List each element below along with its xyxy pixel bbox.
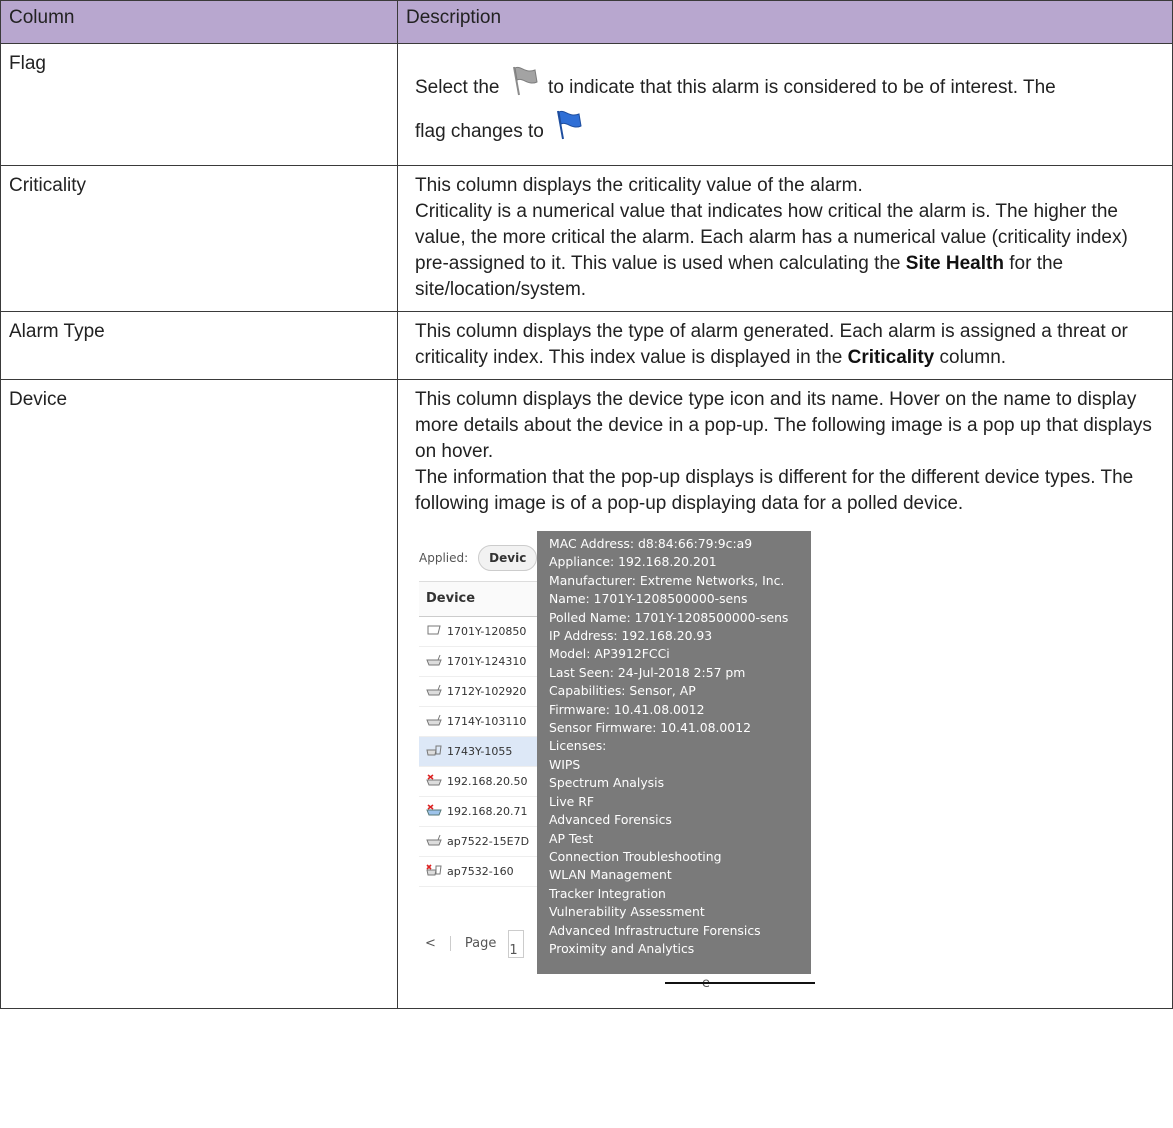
list-item: 192.168.20.71 xyxy=(419,797,546,827)
device-column-header: Device xyxy=(419,581,546,617)
tooltip-line: Live RF xyxy=(549,793,594,809)
tooltip-line: Advanced Forensics xyxy=(549,812,672,828)
device-popup-screenshot: Applied: Devic Device 1701Y-120850 1701Y-… xyxy=(415,531,815,991)
list-item: 1743Y-1055 xyxy=(419,737,546,767)
applied-filter: Applied: Devic xyxy=(419,543,539,573)
column-description: Select the to indicate that this alarm i… xyxy=(397,43,1173,166)
table-row-alarm-type: Alarm Type This column displays the type… xyxy=(0,311,1173,380)
device-para2: The information that the pop-up displays… xyxy=(415,467,1134,514)
table-row-device: Device This column displays the device t… xyxy=(0,379,1173,1009)
access-point-icon xyxy=(426,714,442,726)
tooltip-line: Proximity and Analytics xyxy=(549,940,695,956)
page-label: Page xyxy=(449,936,497,951)
column-description: This column displays the type of alarm g… xyxy=(397,311,1173,380)
flag-text-before: Select the xyxy=(415,77,505,98)
sensor-icon xyxy=(427,625,441,635)
column-name: Criticality xyxy=(0,165,398,312)
column-description: This column displays the device type ico… xyxy=(397,379,1173,1009)
access-point-icon xyxy=(426,834,442,846)
tooltip-line: Advanced Infrastructure Forensics xyxy=(549,922,761,938)
tooltip-line: Model: AP3912FCCi xyxy=(549,646,670,662)
tooltip-line: Capabilities: Sensor, AP xyxy=(549,683,696,699)
access-point-sensor-icon xyxy=(426,745,442,756)
filter-chip: Devic xyxy=(478,545,538,571)
tooltip-line: WIPS xyxy=(549,756,581,772)
offline-device-icon xyxy=(426,804,442,816)
list-item: 192.168.20.50 xyxy=(419,767,546,797)
list-item: 1712Y-102920 xyxy=(419,677,546,707)
tooltip-line: WLAN Management xyxy=(549,867,672,883)
tooltip-line: AP Test xyxy=(549,830,594,846)
column-description: This column displays the criticality val… xyxy=(397,165,1173,312)
tooltip-line: Firmware: 10.41.08.0012 xyxy=(549,701,705,717)
flag-changes-text: flag changes to xyxy=(415,121,550,142)
criticality-term: Criticality xyxy=(847,347,935,368)
blue-flag-icon xyxy=(557,110,582,140)
offline-device-icon xyxy=(426,864,442,876)
table-row-criticality: Criticality This column displays the cri… xyxy=(0,165,1173,312)
tooltip-line: IP Address: 192.168.20.93 xyxy=(549,628,713,644)
list-item: 1714Y-103110 xyxy=(419,707,546,737)
list-item: 1701Y-120850 xyxy=(419,617,546,647)
offline-device-icon xyxy=(426,774,442,786)
column-header: Column xyxy=(0,0,398,44)
tooltip-line: Tracker Integration xyxy=(549,885,666,901)
tooltip-line: MAC Address: d8:84:66:79:9c:a9 xyxy=(549,536,753,551)
tooltip-line: Polled Name: 1701Y-1208500000-sens xyxy=(549,609,789,625)
column-description-table: Column Description Flag Select the to in… xyxy=(0,0,1173,1009)
tooltip-line: Vulnerability Assessment xyxy=(549,904,705,920)
list-item: 1701Y-124310 xyxy=(419,647,546,677)
tooltip-line: Licenses: xyxy=(549,738,607,754)
device-details-tooltip: MAC Address: d8:84:66:79:9c:a9 Appliance:… xyxy=(537,531,811,974)
flag-text-after: to indicate that this alarm is considere… xyxy=(542,77,1056,98)
device-list: 1701Y-120850 1701Y-124310 1712Y-102920 1… xyxy=(419,617,546,887)
divider xyxy=(665,982,815,984)
tooltip-line: Last Seen: 24-Jul-2018 2:57 pm xyxy=(549,664,746,680)
tooltip-line: Name: 1701Y-1208500000-sens xyxy=(549,591,748,607)
access-point-icon xyxy=(426,684,442,696)
table-row-flag: Flag Select the to indicate that this al… xyxy=(0,43,1173,166)
column-name: Device xyxy=(0,379,398,1009)
table-header-row: Column Description xyxy=(0,0,1173,44)
site-health-term: Site Health xyxy=(905,253,1004,274)
tooltip-line: Manufacturer: Extreme Networks, Inc. xyxy=(549,572,785,588)
tooltip-line: Spectrum Analysis xyxy=(549,775,665,791)
list-item: ap7522-15E7D xyxy=(419,827,546,857)
gray-flag-icon xyxy=(512,66,538,96)
tooltip-line: Sensor Firmware: 10.41.08.0012 xyxy=(549,720,751,736)
list-item: ap7532-160 xyxy=(419,857,546,887)
criticality-line1: This column displays the criticality val… xyxy=(415,175,863,196)
column-name: Flag xyxy=(0,43,398,166)
access-point-icon xyxy=(426,654,442,666)
device-para1: This column displays the device type ico… xyxy=(415,389,1152,462)
tooltip-line: Appliance: 192.168.20.201 xyxy=(549,554,717,570)
previous-page-icon: < xyxy=(425,936,436,951)
tooltip-line: Connection Troubleshooting xyxy=(549,848,722,864)
criticality-para2: Criticality is a numerical value that in… xyxy=(415,201,1128,300)
description-header: Description xyxy=(397,0,1173,44)
column-name: Alarm Type xyxy=(0,311,398,380)
page-input: 1 xyxy=(508,929,525,958)
